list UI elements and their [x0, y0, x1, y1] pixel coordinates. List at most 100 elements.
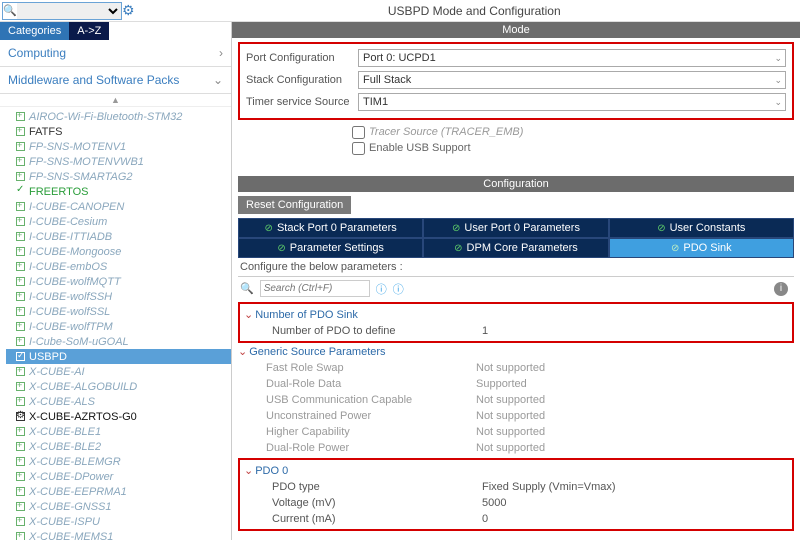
global-search[interactable]: 🔍: [2, 2, 122, 20]
expand-icon[interactable]: [16, 352, 25, 361]
expand-icon[interactable]: [16, 457, 25, 466]
expand-icon[interactable]: [16, 217, 25, 226]
expand-icon[interactable]: [16, 487, 25, 496]
tree-item[interactable]: I-CUBE-Mongoose: [6, 244, 231, 259]
info-icon[interactable]: i: [774, 282, 788, 296]
tree-item[interactable]: I-CUBE-Cesium: [6, 214, 231, 229]
config-tab[interactable]: ⊘DPM Core Parameters: [423, 238, 608, 258]
check-icon: ⊘: [277, 243, 285, 254]
tree-item[interactable]: X-CUBE-BLE1: [6, 424, 231, 439]
group-pdo-sink[interactable]: ⌄Number of PDO Sink: [244, 308, 788, 321]
expand-icon[interactable]: [16, 127, 25, 136]
tree-item[interactable]: I-CUBE-wolfTPM: [6, 319, 231, 334]
expand-icon[interactable]: [16, 472, 25, 481]
param-row[interactable]: Dual-Role PowerNot supported: [238, 440, 794, 456]
tree-item[interactable]: USBPD: [6, 349, 231, 364]
param-row[interactable]: Voltage (mV)5000: [244, 495, 788, 511]
config-tab[interactable]: ⊘User Constants: [609, 218, 794, 238]
tree-label: I-CUBE-wolfSSL: [29, 306, 110, 318]
expand-icon[interactable]: [16, 277, 25, 286]
expand-icon[interactable]: [16, 157, 25, 166]
expand-icon[interactable]: [16, 112, 25, 121]
tree-label: I-CUBE-Cesium: [29, 216, 107, 228]
expand-icon[interactable]: [16, 412, 25, 421]
expand-icon[interactable]: [16, 292, 25, 301]
circle-info-icon[interactable]: ⓘ: [393, 281, 404, 297]
config-tab[interactable]: ⊘Stack Port 0 Parameters: [238, 218, 423, 238]
param-row[interactable]: Dual-Role DataSupported: [238, 376, 794, 392]
reset-configuration-button[interactable]: Reset Configuration: [238, 196, 351, 214]
group-pdo0[interactable]: ⌄PDO 0: [244, 464, 788, 477]
tree-item[interactable]: X-CUBE-MEMS1: [6, 529, 231, 540]
section-computing[interactable]: Computing ›: [0, 40, 231, 67]
param-row[interactable]: Higher CapabilityNot supported: [238, 424, 794, 440]
expand-icon[interactable]: [16, 397, 25, 406]
tree-item[interactable]: X-CUBE-AI: [6, 364, 231, 379]
tree-item[interactable]: FP-SNS-SMARTAG2: [6, 169, 231, 184]
tracer-source-check[interactable]: Tracer Source (TRACER_EMB): [352, 124, 794, 140]
circle-info-icon[interactable]: ⓘ: [376, 281, 387, 297]
param-search-input[interactable]: [260, 280, 370, 297]
expand-icon[interactable]: [16, 337, 25, 346]
tree-item[interactable]: X-CUBE-DPower: [6, 469, 231, 484]
component-tree[interactable]: AIROC-Wi-Fi-Bluetooth-STM32FATFSFP-SNS-M…: [0, 107, 231, 540]
expand-icon[interactable]: [16, 532, 25, 540]
tree-item[interactable]: I-CUBE-wolfSSL: [6, 304, 231, 319]
expand-icon[interactable]: [16, 142, 25, 151]
expand-icon[interactable]: [16, 232, 25, 241]
tree-item[interactable]: I-CUBE-ITTIADB: [6, 229, 231, 244]
expand-icon[interactable]: [16, 262, 25, 271]
tree-item[interactable]: X-CUBE-EEPRMA1: [6, 484, 231, 499]
config-tab[interactable]: ⊘PDO Sink: [609, 238, 794, 258]
tree-item[interactable]: FP-SNS-MOTENV1: [6, 139, 231, 154]
expand-icon[interactable]: [16, 427, 25, 436]
enable-usb-check[interactable]: Enable USB Support: [352, 140, 794, 156]
section-middleware[interactable]: Middleware and Software Packs ⌄: [0, 67, 231, 94]
param-value[interactable]: 1: [482, 325, 488, 337]
tree-item[interactable]: X-CUBE-BLE2: [6, 439, 231, 454]
search-select[interactable]: [17, 3, 121, 19]
tab-categories[interactable]: Categories: [0, 22, 69, 40]
expand-icon[interactable]: [16, 502, 25, 511]
config-tab[interactable]: ⊘Parameter Settings: [238, 238, 423, 258]
tree-item[interactable]: X-CUBE-AZRTOS-G0: [6, 409, 231, 424]
expand-icon[interactable]: [16, 442, 25, 451]
tree-item[interactable]: X-CUBE-ALGOBUILD: [6, 379, 231, 394]
param-row[interactable]: Fast Role SwapNot supported: [238, 360, 794, 376]
expand-icon[interactable]: [16, 307, 25, 316]
expand-icon[interactable]: [16, 172, 25, 181]
scroll-up-icon[interactable]: ▲: [0, 94, 231, 107]
tree-item[interactable]: FP-SNS-MOTENVWB1: [6, 154, 231, 169]
tree-item[interactable]: AIROC-Wi-Fi-Bluetooth-STM32: [6, 109, 231, 124]
expand-icon[interactable]: [16, 517, 25, 526]
tab-az[interactable]: A->Z: [69, 22, 109, 40]
tree-item[interactable]: X-CUBE-GNSS1: [6, 499, 231, 514]
param-row[interactable]: USB Communication CapableNot supported: [238, 392, 794, 408]
expand-icon[interactable]: [16, 367, 25, 376]
tree-label: X-CUBE-BLEMGR: [29, 456, 121, 468]
group-generic-source[interactable]: ⌄Generic Source Parameters: [238, 345, 794, 358]
tree-item[interactable]: I-CUBE-wolfSSH: [6, 289, 231, 304]
expand-icon[interactable]: [16, 322, 25, 331]
tree-item[interactable]: I-CUBE-embOS: [6, 259, 231, 274]
tree-item[interactable]: I-CUBE-CANOPEN: [6, 199, 231, 214]
stack-config-select[interactable]: Full Stack⌄: [358, 71, 786, 89]
expand-icon[interactable]: [16, 247, 25, 256]
tree-item[interactable]: I-CUBE-wolfMQTT: [6, 274, 231, 289]
port-config-select[interactable]: Port 0: UCPD1⌄: [358, 49, 786, 67]
tree-item[interactable]: X-CUBE-ISPU: [6, 514, 231, 529]
tree-item[interactable]: X-CUBE-ALS: [6, 394, 231, 409]
expand-icon[interactable]: [16, 187, 25, 196]
tree-item[interactable]: I-Cube-SoM-uGOAL: [6, 334, 231, 349]
config-tab[interactable]: ⊘User Port 0 Parameters: [423, 218, 608, 238]
tree-item[interactable]: FREERTOS: [6, 184, 231, 199]
expand-icon[interactable]: [16, 202, 25, 211]
expand-icon[interactable]: [16, 382, 25, 391]
param-row[interactable]: Unconstrained PowerNot supported: [238, 408, 794, 424]
param-row[interactable]: Current (mA)0: [244, 511, 788, 527]
tree-item[interactable]: FATFS: [6, 124, 231, 139]
timer-source-select[interactable]: TIM1⌄: [358, 93, 786, 111]
gear-icon[interactable]: ⚙: [122, 2, 135, 19]
tree-item[interactable]: X-CUBE-BLEMGR: [6, 454, 231, 469]
param-row[interactable]: PDO typeFixed Supply (Vmin=Vmax): [244, 479, 788, 495]
